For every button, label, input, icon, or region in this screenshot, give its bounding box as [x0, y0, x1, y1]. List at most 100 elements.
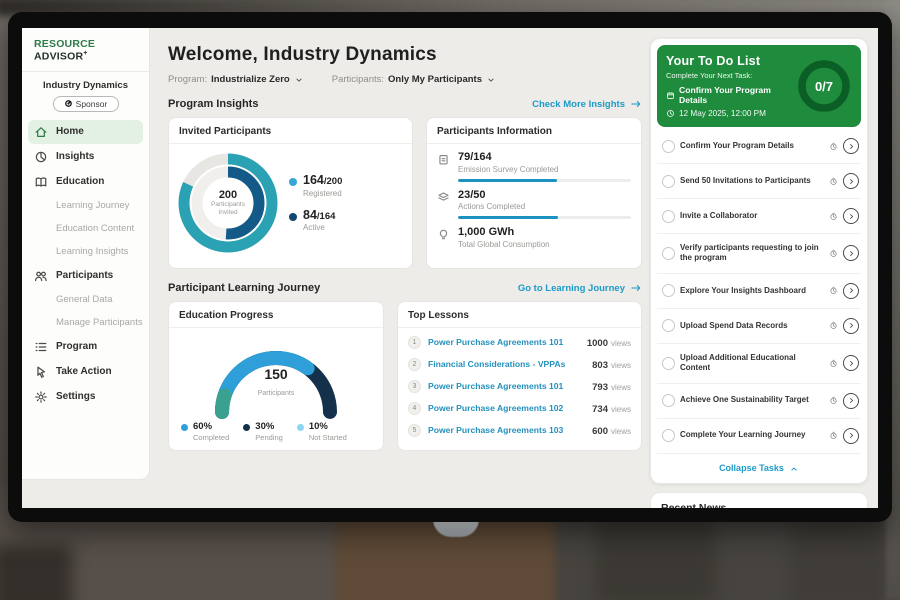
- lesson-title-link[interactable]: Power Purchase Agreements 103: [428, 425, 585, 435]
- todo-item-open-button[interactable]: [843, 208, 859, 224]
- lesson-title-link[interactable]: Power Purchase Agreements 101: [428, 337, 580, 347]
- sidebar-item-take-action[interactable]: Take Action: [28, 360, 143, 384]
- todo-item-verify-participants-requesting-to-join-the-program[interactable]: Verify participants requesting to join t…: [657, 234, 861, 274]
- sidebar-item-manage-participants[interactable]: Manage Participants: [28, 312, 143, 334]
- lesson-row: 3Power Purchase Agreements 101793views: [408, 375, 631, 397]
- todo-checkbox[interactable]: [662, 284, 675, 297]
- todo-checkbox[interactable]: [662, 140, 675, 153]
- recent-news-title: Recent News: [661, 502, 857, 508]
- legend-text: 84/164Active: [303, 209, 335, 233]
- education-progress-title: Education Progress: [169, 302, 383, 328]
- todo-item-label: Explore Your Insights Dashboard: [680, 286, 824, 296]
- todo-item-open-button[interactable]: [843, 283, 859, 299]
- todo-checkbox[interactable]: [662, 357, 675, 370]
- education-legend-item: 10%Not Started: [297, 422, 347, 442]
- sidebar-item-learning-insights[interactable]: Learning Insights: [28, 241, 143, 263]
- todo-item-open-button[interactable]: [843, 393, 859, 409]
- legend-text: 10%Not Started: [309, 422, 347, 442]
- legend-label: Active: [303, 223, 335, 232]
- lesson-title-link[interactable]: Financial Considerations - VPPAs: [428, 359, 585, 369]
- todo-item-open-button[interactable]: [843, 138, 859, 154]
- lesson-row: 2Financial Considerations - VPPAs803view…: [408, 353, 631, 375]
- sidebar-item-label: Learning Insights: [56, 246, 128, 257]
- todo-checkbox[interactable]: [662, 429, 675, 442]
- sidebar-item-label: General Data: [56, 294, 113, 305]
- sidebar-item-learning-journey[interactable]: Learning Journey: [28, 195, 143, 217]
- arrow-right-icon: [630, 98, 642, 110]
- sidebar-item-home[interactable]: Home: [28, 120, 143, 144]
- sponsor-badge: Sponsor: [53, 96, 119, 112]
- todo-item-open-button[interactable]: [843, 355, 859, 371]
- todo-item-invite-a-collaborator[interactable]: Invite a Collaborator: [657, 199, 861, 234]
- todo-next-date: 12 May 2025, 12:00 PM: [679, 109, 766, 118]
- todo-checkbox[interactable]: [662, 319, 675, 332]
- participants-filter[interactable]: Participants: Only My Participants: [332, 74, 496, 85]
- sidebar-item-participants[interactable]: Participants: [28, 264, 143, 288]
- check-more-insights-link[interactable]: Check More Insights: [532, 98, 642, 110]
- sidebar-item-education[interactable]: Education: [28, 170, 143, 194]
- sidebar: RESOURCE ADVISOR+ Industry Dynamics Spon…: [22, 28, 150, 480]
- timer-icon: [829, 431, 838, 440]
- lesson-row: 4Power Purchase Agreements 102734views: [408, 397, 631, 419]
- stat-label: Actions Completed: [458, 202, 631, 211]
- collapse-tasks-label: Collapse Tasks: [719, 463, 784, 473]
- sidebar-item-settings[interactable]: Settings: [28, 385, 143, 409]
- todo-item-explore-your-insights-dashboard[interactable]: Explore Your Insights Dashboard: [657, 274, 861, 309]
- journey-cards-row: Education Progress 150 Participants 60%C…: [168, 301, 642, 451]
- todo-item-confirm-your-program-details[interactable]: Confirm Your Program Details: [657, 129, 861, 164]
- monitor-bezel: RESOURCE ADVISOR+ Industry Dynamics Spon…: [8, 12, 892, 522]
- todo-item-open-button[interactable]: [843, 318, 859, 334]
- lesson-title-link[interactable]: Power Purchase Agreements 101: [428, 381, 585, 391]
- sidebar-item-insights[interactable]: Insights: [28, 145, 143, 169]
- progress-bar-fill: [458, 216, 558, 219]
- lesson-title-link[interactable]: Power Purchase Agreements 102: [428, 403, 585, 413]
- todo-item-label: Verify participants requesting to join t…: [680, 243, 824, 264]
- todo-item-complete-your-learning-journey[interactable]: Complete Your Learning Journey: [657, 419, 861, 454]
- todo-item-label: Invite a Collaborator: [680, 211, 824, 221]
- sidebar-item-general-data[interactable]: General Data: [28, 289, 143, 311]
- todo-item-send-50-invitations-to-participants[interactable]: Send 50 Invitations to Participants: [657, 164, 861, 199]
- lesson-rank: 3: [408, 380, 421, 393]
- todo-item-achieve-one-sustainability-target[interactable]: Achieve One Sustainability Target: [657, 384, 861, 419]
- insights-icon: [34, 150, 48, 164]
- todo-list: Confirm Your Program Details Send 50 Invi…: [657, 129, 861, 454]
- todo-item-open-button[interactable]: [843, 173, 859, 189]
- participants-filter-value: Only My Participants: [388, 74, 482, 85]
- go-to-learning-journey-link[interactable]: Go to Learning Journey: [518, 282, 642, 294]
- todo-checkbox[interactable]: [662, 210, 675, 223]
- todo-checkbox[interactable]: [662, 394, 675, 407]
- todo-item-label: Confirm Your Program Details: [680, 141, 824, 151]
- legend-dot: [181, 424, 188, 431]
- todo-card: Your To Do List Complete Your Next Task:…: [650, 38, 868, 484]
- gauge-center-value: 150: [169, 366, 383, 382]
- clock-icon: [666, 109, 675, 118]
- invited-legend-item: 84/164Active: [289, 209, 342, 233]
- program-filter[interactable]: Program: Industrialize Zero: [168, 74, 304, 85]
- todo-checkbox[interactable]: [662, 247, 675, 260]
- todo-checkbox[interactable]: [662, 175, 675, 188]
- todo-item-open-button[interactable]: [843, 428, 859, 444]
- sidebar-item-label: Participants: [56, 270, 113, 281]
- legend-label: Completed: [193, 433, 229, 442]
- todo-item-upload-additional-educational-content[interactable]: Upload Additional Educational Content: [657, 344, 861, 384]
- calendar-icon: [666, 91, 675, 100]
- todo-item-open-button[interactable]: [843, 245, 859, 261]
- todo-item-upload-spend-data-records[interactable]: Upload Spend Data Records: [657, 309, 861, 344]
- donut-center-label: Participants Invited: [205, 201, 251, 217]
- stat-label: Emission Survey Completed: [458, 165, 631, 174]
- collapse-tasks-link[interactable]: Collapse Tasks: [657, 454, 861, 477]
- todo-header-left: Your To Do List Complete Your Next Task:…: [666, 54, 796, 118]
- sidebar-item-program[interactable]: Program: [28, 335, 143, 359]
- timer-icon: [829, 321, 838, 330]
- timer-icon: [829, 142, 838, 151]
- arrow-right-icon: [630, 282, 642, 294]
- lesson-views: 600views: [592, 421, 631, 439]
- sidebar-item-education-content[interactable]: Education Content: [28, 218, 143, 240]
- participants-information-card: Participants Information 79/164Emission …: [426, 117, 642, 269]
- participants-info-row-body: 79/164Emission Survey Completed: [458, 151, 631, 182]
- participants-info-row-body: 23/50Actions Completed: [458, 189, 631, 220]
- org-name: Industry Dynamics: [22, 80, 149, 91]
- home-icon: [34, 125, 48, 139]
- legend-text: 164/200Registered: [303, 174, 342, 198]
- education-legend-item: 60%Completed: [181, 422, 229, 442]
